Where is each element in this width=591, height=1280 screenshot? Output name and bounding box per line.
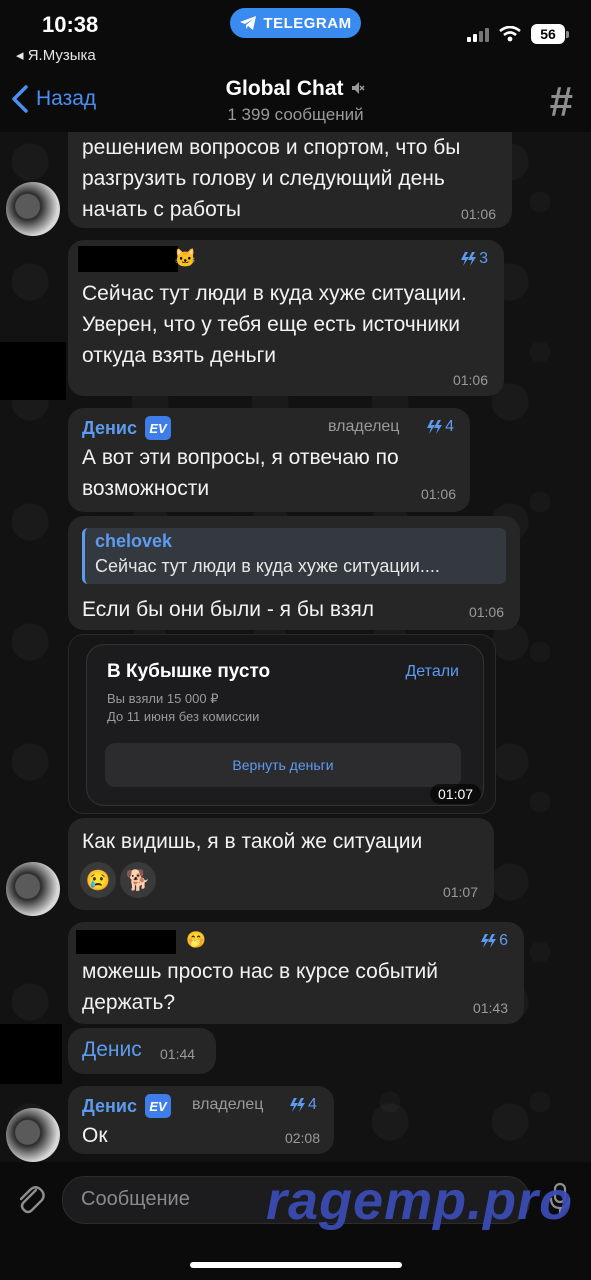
boost-badge: 3 (459, 250, 488, 268)
message-time: 02:08 (284, 1130, 320, 1146)
message-time: 01:44 (160, 1046, 196, 1062)
reply-quote[interactable]: chelovek Сейчас тут люди в куда хуже сит… (82, 528, 506, 584)
muted-icon (352, 82, 365, 94)
ev-badge-icon: EV (145, 416, 172, 440)
home-indicator[interactable] (190, 1262, 402, 1268)
message-text: Сейчас тут люди в куда хуже ситуации. Ув… (82, 282, 467, 367)
chat-subtitle: 1 399 сообщений (227, 105, 364, 124)
status-bar: 10:38 TELEGRAM ◂ Я.Музыка 56 (0, 0, 591, 72)
telegram-pill-label: TELEGRAM (263, 14, 352, 32)
message-time: 01:07 (442, 884, 478, 900)
card-details-link[interactable]: Детали (405, 663, 459, 681)
wifi-icon (499, 26, 521, 42)
battery-level: 56 (531, 24, 565, 44)
message-bubble[interactable]: решением вопросов и спортом, что бы разг… (68, 132, 512, 228)
reply-text: Сейчас тут люди в куда хуже ситуации.... (95, 556, 440, 576)
battery-icon: 56 (531, 24, 569, 44)
message-time: 01:06 (420, 486, 456, 502)
chat-title[interactable]: Global Chat (0, 77, 591, 101)
reaction-crying-icon[interactable]: 😢 (80, 862, 116, 898)
redacted-avatar (0, 1024, 62, 1084)
message-text: Как видишь, я в такой же ситуации (82, 830, 423, 853)
boost-icon (461, 252, 477, 266)
message-text: Денис (82, 1038, 142, 1061)
message-text: Если бы они были - я бы взял (82, 598, 374, 621)
emoji-icon: 🤭 (186, 932, 206, 949)
message-bubble[interactable]: Денис 01:44 (68, 1028, 216, 1074)
card-line2: До 11 июня без комиссии (107, 709, 260, 724)
ev-badge-icon: EV (145, 1094, 172, 1118)
card-line1: Вы взяли 15 000 ₽ (107, 691, 219, 706)
chat-title-text: Global Chat (225, 77, 344, 100)
card-return-button[interactable]: Вернуть деньги (105, 743, 461, 787)
message-bubble[interactable]: 🐱 3 Сейчас тут люди в куда хуже ситуации… (68, 240, 504, 396)
message-text: А вот эти вопросы, я отвечаю по возможно… (82, 446, 399, 500)
message-time: 01:06 (468, 604, 504, 620)
boost-icon (290, 1098, 305, 1112)
reaction-dog-icon[interactable]: 🐕 (120, 862, 156, 898)
message-text: Ок (82, 1124, 108, 1147)
message-text: решением вопросов и спортом, что бы разг… (82, 136, 461, 221)
message-bubble[interactable]: Денис EV владелец 4 А вот эти вопросы, я… (68, 408, 470, 512)
sender-name[interactable]: Денис (82, 418, 137, 439)
topic-hashtag-icon[interactable]: # (550, 78, 573, 126)
message-text: можешь просто нас в курсе событий держат… (82, 960, 438, 1014)
message-bubble[interactable]: Денис EV владелец 4 Ок 02:08 (68, 1086, 334, 1154)
cellular-signal-icon (467, 26, 489, 42)
redacted-sender-name (78, 246, 178, 272)
redacted-avatar (0, 342, 66, 400)
boost-icon (481, 934, 497, 948)
boost-badge: 4 (288, 1096, 317, 1114)
status-icons: 56 (467, 24, 569, 44)
message-time: 01:06 (452, 372, 488, 388)
telegram-pill[interactable]: TELEGRAM (230, 8, 361, 38)
telegram-icon (240, 16, 257, 30)
boost-icon (427, 420, 443, 434)
cat-emoji-icon: 🐱 (174, 248, 197, 268)
attach-icon[interactable] (14, 1182, 48, 1216)
kubyshka-card[interactable]: В Кубышке пусто Детали Вы взяли 15 000 ₽… (86, 644, 484, 806)
message-time: 01:07 (430, 784, 482, 804)
reply-sender: chelovek (95, 531, 173, 551)
back-to-app-link[interactable]: ◂ Я.Музыка (16, 46, 96, 64)
reactions: 😢 🐕 (80, 862, 156, 898)
sender-name[interactable]: Денис (82, 1096, 137, 1117)
chat-header: Назад Global Chat 1 399 сообщений # (0, 72, 591, 132)
message-time: 01:43 (472, 1000, 508, 1016)
message-bubble[interactable]: chelovek Сейчас тут люди в куда хуже сит… (68, 516, 520, 630)
avatar[interactable] (6, 1108, 60, 1162)
sender-role: владелец (328, 418, 400, 435)
sender-role: владелец (192, 1096, 264, 1113)
message-bubble[interactable]: Как видишь, я в такой же ситуации 😢 🐕 01… (68, 818, 494, 910)
card-title: В Кубышке пусто (107, 661, 271, 682)
avatar[interactable] (6, 862, 60, 916)
watermark: ragemp.pro (266, 1171, 574, 1231)
message-bubble[interactable]: 🤭 6 можешь просто нас в курсе событий де… (68, 922, 524, 1024)
message-time: 01:06 (460, 206, 496, 222)
boost-badge: 4 (425, 418, 454, 436)
avatar[interactable] (6, 182, 60, 236)
redacted-sender-name (76, 930, 176, 954)
boost-badge: 6 (479, 932, 508, 950)
status-time: 10:38 (42, 12, 99, 37)
